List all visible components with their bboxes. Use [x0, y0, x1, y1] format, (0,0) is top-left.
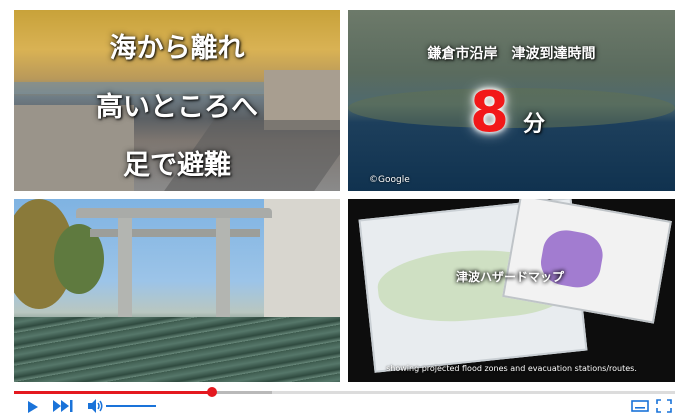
flood-water: [14, 317, 340, 382]
played-bar: [14, 391, 213, 394]
captions-icon[interactable]: [631, 400, 649, 412]
arrival-minutes-number: 8: [470, 80, 509, 145]
panel-evacuation-message: 海から離れ 高いところへ 足で避難: [14, 10, 340, 191]
next-icon[interactable]: [53, 400, 75, 412]
arrival-minutes-unit: 分: [523, 112, 546, 137]
message-line-3: 足で避難: [123, 150, 231, 181]
coastline: [348, 88, 675, 128]
torii-lower-beam: [90, 229, 260, 237]
panel-arrival-time-map: 鎌倉市沿岸 津波到達時間 8 分 ©Google: [348, 10, 675, 191]
message-line-1: 海から離れ: [109, 33, 245, 64]
seek-bar[interactable]: [14, 387, 675, 397]
volume-icon[interactable]: [88, 399, 104, 413]
panel-hazard-map: 津波ハザードマップ showing projected flood zones …: [348, 199, 675, 382]
play-icon[interactable]: [28, 401, 38, 413]
volume-slider[interactable]: [106, 405, 156, 407]
torii-left-post: [118, 218, 132, 320]
hazard-map-title: 津波ハザードマップ: [456, 270, 565, 284]
torii-top-beam: [76, 208, 272, 218]
panel-torii-flood: [14, 199, 340, 382]
subtitle-caption: showing projected flood zones and evacua…: [386, 364, 637, 373]
fullscreen-icon[interactable]: [656, 399, 672, 413]
arrival-time-heading: 鎌倉市沿岸 津波到達時間: [427, 46, 596, 62]
volume-level: [106, 405, 156, 407]
video-player: 海から離れ 高いところへ 足で避難 鎌倉市沿岸 津波到達時間 8 分 ©Goog…: [0, 0, 690, 419]
seek-handle[interactable]: [207, 387, 218, 397]
building: [264, 199, 340, 319]
map-credit: ©Google: [369, 175, 410, 185]
torii-right-post: [216, 218, 230, 320]
message-line-2: 高いところへ: [96, 92, 258, 123]
